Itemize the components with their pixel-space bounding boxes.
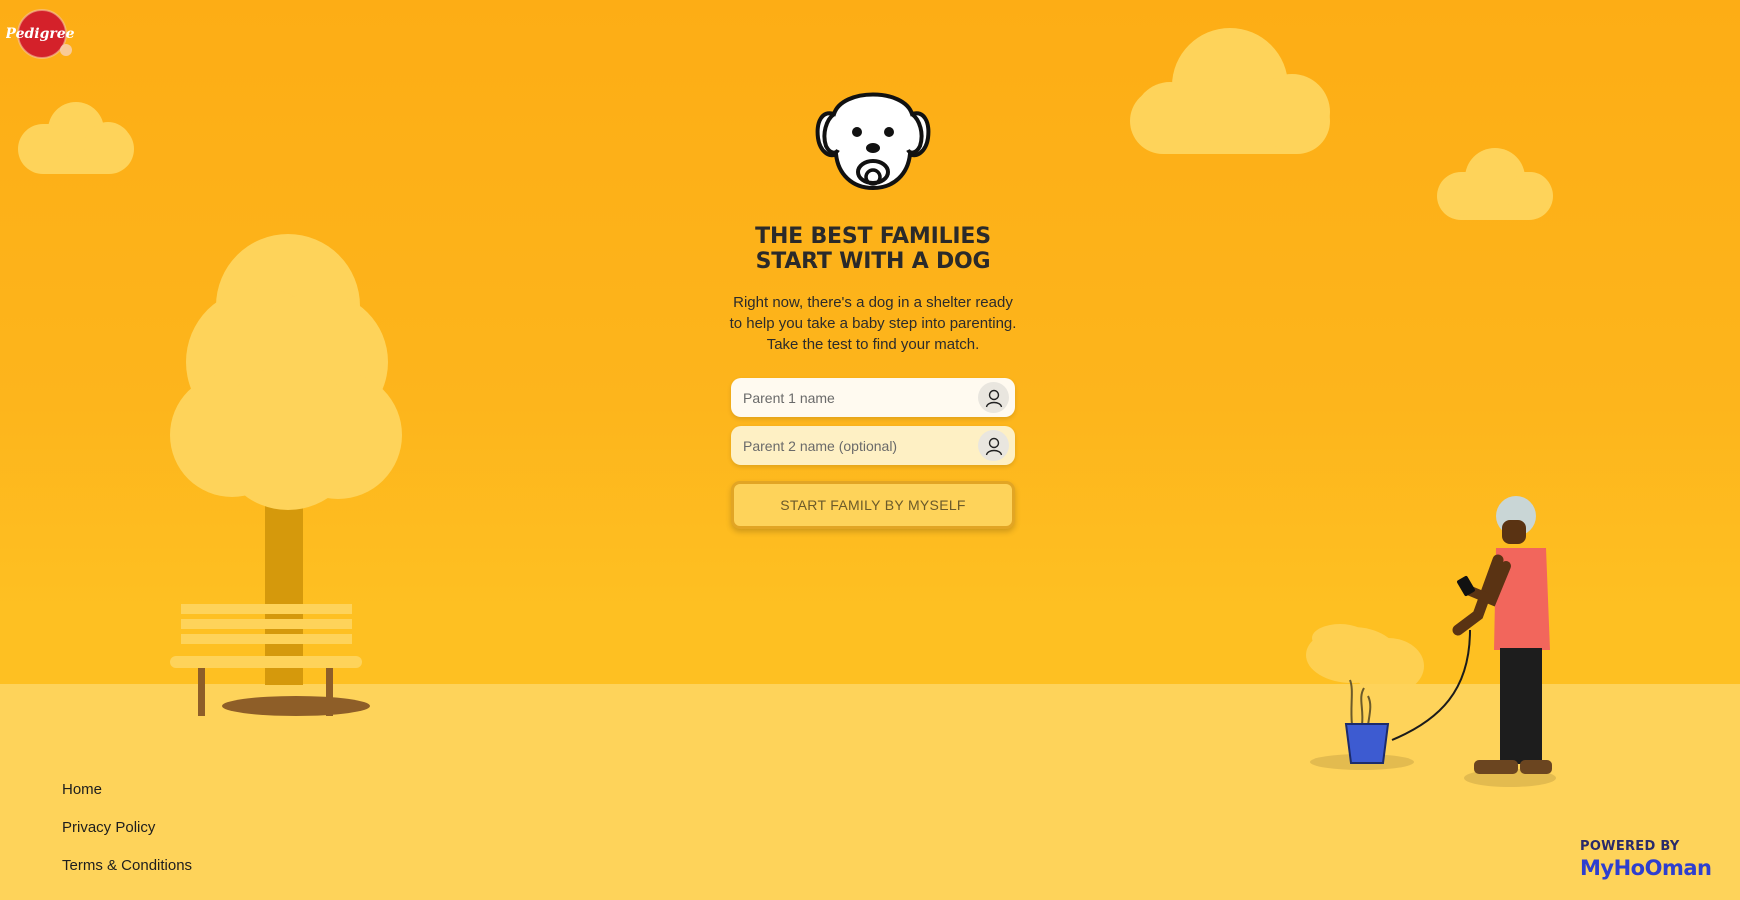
parent-2-field [731,426,1015,465]
svg-text:Pedigree: Pedigree [6,26,75,42]
user-icon [978,430,1009,461]
start-family-button[interactable]: START FAMILY BY MYSELF [731,481,1015,529]
parent-1-name-input[interactable] [731,378,973,417]
footer-nav: Home Privacy Policy Terms & Conditions [62,780,192,894]
user-icon [978,382,1009,413]
tree-trunk [265,490,303,685]
powered-by[interactable]: POWERED BY MyHoOman [1580,839,1720,880]
headline-line-2: START WITH A DOG [755,249,991,274]
headline-line-1: THE BEST FAMILIES [755,224,991,249]
cloud-left [18,102,134,174]
cloud-right-large [1130,28,1330,154]
cloud-right-small [1437,148,1553,220]
plant-pot [1344,723,1390,764]
footer-link-terms[interactable]: Terms & Conditions [62,856,192,894]
intro-text: Right now, there's a dog in a shelter re… [723,292,1023,355]
bench-shadow [222,696,370,716]
hero-section: THE BEST FAMILIES START WITH A DOG Right… [700,80,1046,355]
myhooman-logo: MyHoOman [1580,856,1712,880]
footer-link-home[interactable]: Home [62,780,192,818]
intro-line-1: Right now, there's a dog in a shelter re… [733,294,1013,311]
tree-canopy [170,234,402,510]
intro-line-2: to help you take a baby step into parent… [729,315,1017,332]
puppy-with-pacifier-icon [815,92,931,191]
footer-link-privacy-policy[interactable]: Privacy Policy [62,818,192,856]
plant-leaves [1306,624,1424,694]
parent-2-name-input[interactable] [731,426,973,465]
headline: THE BEST FAMILIES START WITH A DOG [700,224,1046,274]
pedigree-logo[interactable]: Pedigree [6,4,76,60]
intro-line-3: Take the test to find your match. [766,336,980,353]
powered-by-label: POWERED BY [1580,839,1680,854]
parent-1-field [731,378,1015,417]
